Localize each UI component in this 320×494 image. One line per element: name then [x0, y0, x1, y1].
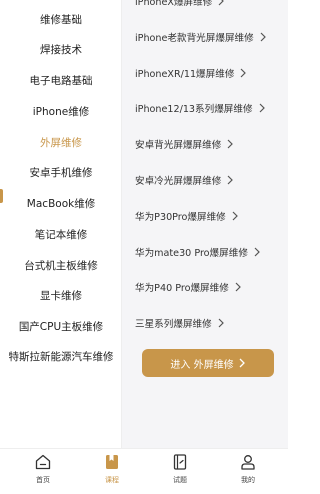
- subcategory-item[interactable]: iPhone老款背光屏爆屏维修: [135, 27, 267, 47]
- sidebar-item-soldering[interactable]: 焊接技术: [0, 34, 122, 64]
- chevron-right-icon: [239, 358, 245, 368]
- active-indicator: [0, 189, 3, 203]
- chevron-right-icon: [241, 68, 247, 78]
- subcategory-item[interactable]: 三星系列爆屏维修: [135, 313, 225, 333]
- subcategory-item[interactable]: iPhoneXR/11爆屏维修: [135, 63, 247, 83]
- sidebar-item-electronic-circuits[interactable]: 电子电路基础: [0, 65, 122, 95]
- chevron-right-icon: [218, 0, 225, 6]
- subcategory-item[interactable]: 华为P30Pro爆屏维修: [135, 206, 239, 226]
- sidebar-item-iphone-repair[interactable]: iPhone维修: [0, 96, 122, 126]
- enter-category-button[interactable]: 进入 外屏维修: [142, 349, 274, 377]
- subcategory-item[interactable]: 安卓背光屏爆屏维修: [135, 134, 234, 154]
- sidebar-item-android-repair[interactable]: 安卓手机维修: [0, 157, 122, 187]
- chevron-right-icon: [227, 175, 234, 185]
- subcategory-item[interactable]: iPhone12/13系列爆屏维修: [135, 98, 266, 118]
- tab-exams[interactable]: 试题: [150, 453, 210, 491]
- sidebar-item-gpu-repair[interactable]: 显卡维修: [0, 280, 122, 310]
- chevron-right-icon: [260, 32, 266, 42]
- sidebar-item-tesla-ev-repair[interactable]: 特斯拉新能源汽车维修: [0, 341, 122, 371]
- chevron-right-icon: [254, 247, 260, 257]
- subcategory-item[interactable]: 华为P40 Pro爆屏维修: [135, 277, 242, 297]
- exam-icon: [173, 454, 187, 470]
- bottom-tab-bar: 首页 课程 试题 我的: [0, 448, 288, 494]
- home-icon: [35, 454, 51, 470]
- chevron-right-icon: [235, 282, 241, 292]
- subcategory-item[interactable]: 安卓冷光屏爆屏维修: [135, 170, 234, 190]
- chevron-right-icon: [232, 211, 238, 221]
- sidebar-item-outer-screen-repair[interactable]: 外屏维修: [0, 127, 122, 157]
- subcategory-panel: iPhoneX爆屏维修 iPhone老款背光屏爆屏维修 iPhoneXR/11爆…: [122, 0, 288, 448]
- sidebar-item-desktop-board-repair[interactable]: 台式机主板维修: [0, 250, 122, 280]
- sidebar-item-laptop-repair[interactable]: 笔记本维修: [0, 219, 122, 249]
- chevron-right-icon: [259, 103, 265, 113]
- sidebar-item-repair-basics[interactable]: 维修基础: [0, 4, 122, 34]
- tab-profile[interactable]: 我的: [218, 453, 278, 491]
- chevron-right-icon: [218, 318, 224, 328]
- chevron-right-icon: [227, 139, 234, 149]
- profile-icon: [241, 455, 255, 470]
- sidebar-item-macbook-repair[interactable]: MacBook维修: [0, 188, 122, 218]
- subcategory-item[interactable]: 华为mate30 Pro爆屏维修: [135, 242, 261, 262]
- course-icon: [106, 455, 118, 469]
- sidebar-item-domestic-cpu-board-repair[interactable]: 国产CPU主板维修: [0, 311, 122, 341]
- category-sidebar: 维修基础 焊接技术 电子电路基础 iPhone维修 外屏维修 安卓手机维修 Ma…: [0, 0, 122, 448]
- tab-courses[interactable]: 课程: [82, 453, 142, 491]
- tab-home[interactable]: 首页: [13, 453, 73, 491]
- subcategory-item[interactable]: iPhoneX爆屏维修: [135, 0, 225, 11]
